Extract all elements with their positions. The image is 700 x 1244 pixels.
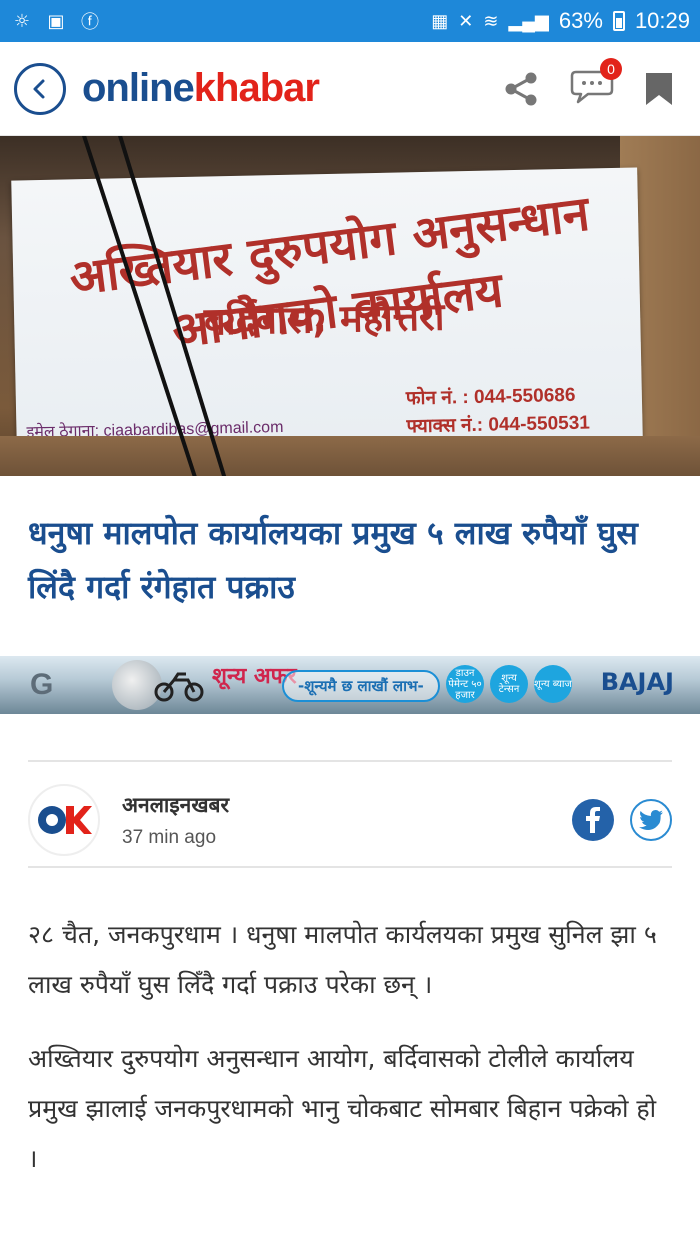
author-name[interactable]: अनलाइनखबर: [122, 791, 229, 819]
app-bar: onlinekhabar 0: [0, 42, 700, 136]
mute-icon: ✕: [458, 10, 474, 31]
article-hero-image: अख्तियार दुरुपयोग अनुसन्धान आयोगको कार्य…: [0, 136, 700, 476]
article-body: २८ चैत, जनकपुरधाम । धनुषा मालपोत कार्यलय…: [28, 910, 672, 1208]
ad-right-brand: BAJAJ: [600, 668, 674, 696]
sign-phone: फोन नं. : 044-550686: [405, 384, 576, 410]
ad-bubble: डाउन पेमेन्ट ५० हजार: [446, 665, 484, 703]
wifi-icon: ≋: [483, 10, 499, 31]
logo-online: online: [82, 66, 195, 110]
comments-button[interactable]: 0: [570, 57, 622, 110]
bookmark-icon[interactable]: [644, 71, 674, 107]
author-info: अनलाइनखबर 37 min ago: [122, 791, 229, 849]
facebook-share-button[interactable]: [572, 799, 614, 841]
sim-icon: ▦: [431, 10, 449, 31]
divider: [28, 760, 672, 762]
logo-khabar: khabar: [193, 66, 320, 110]
status-right-icons: ▦ ✕ ≋ ▂▄▆ 63% 10:29: [431, 8, 690, 34]
site-logo[interactable]: onlinekhabar: [82, 66, 320, 111]
status-left-icons: ☼ ▣ ⓕ: [10, 9, 102, 34]
status-bar: ☼ ▣ ⓕ ▦ ✕ ≋ ▂▄▆ 63% 10:29: [0, 0, 700, 42]
sign-fax: फ्याक्स नं.: 044-550531: [406, 412, 591, 438]
ad-tagline: -शून्यमै छ लाखौं लाभ-: [282, 670, 440, 702]
clock: 10:29: [634, 8, 690, 33]
ad-left-mark: G: [30, 668, 54, 701]
back-button[interactable]: [14, 62, 66, 115]
social-share: [572, 799, 672, 841]
share-icon[interactable]: [502, 70, 540, 108]
article-headline: धनुषा मालपोत कार्यालयका प्रमुख ५ लाख रुप…: [28, 514, 638, 606]
author-block: अनलाइनखबर 37 min ago: [28, 784, 672, 856]
facebook-notification-icon: ⓕ: [81, 12, 99, 33]
twitter-icon: [639, 810, 663, 830]
article-paragraph: २८ चैत, जनकपुरधाम । धनुषा मालपोत कार्यलय…: [28, 920, 657, 999]
battery-percent: 63%: [558, 8, 603, 33]
ad-bubble: शून्य ब्याज: [534, 665, 572, 703]
ad-banner[interactable]: G शून्य अफर -शून्यमै छ लाखौं लाभ- डाउन प…: [0, 656, 700, 714]
divider: [28, 866, 672, 868]
app-actions: 0: [502, 57, 686, 110]
battery-icon: [612, 11, 625, 31]
comment-count-badge: 0: [600, 57, 622, 80]
motorcycle-icon: [154, 672, 204, 702]
app-notification-icon: ▣: [47, 10, 65, 32]
ok-logo-icon: [38, 806, 92, 834]
notification-icon: ☼: [13, 10, 31, 32]
chevron-left-icon: [33, 79, 45, 98]
signal-icon: ▂▄▆: [508, 10, 549, 31]
facebook-icon: [586, 807, 600, 833]
ad-bubble: शून्य टेन्सन: [490, 665, 528, 703]
twitter-share-button[interactable]: [630, 799, 672, 841]
article-paragraph: अख्तियार दुरुपयोग अनुसन्धान आयोग, बर्दिव…: [28, 1044, 657, 1173]
published-time: 37 min ago: [122, 827, 217, 848]
author-avatar[interactable]: [28, 784, 100, 856]
